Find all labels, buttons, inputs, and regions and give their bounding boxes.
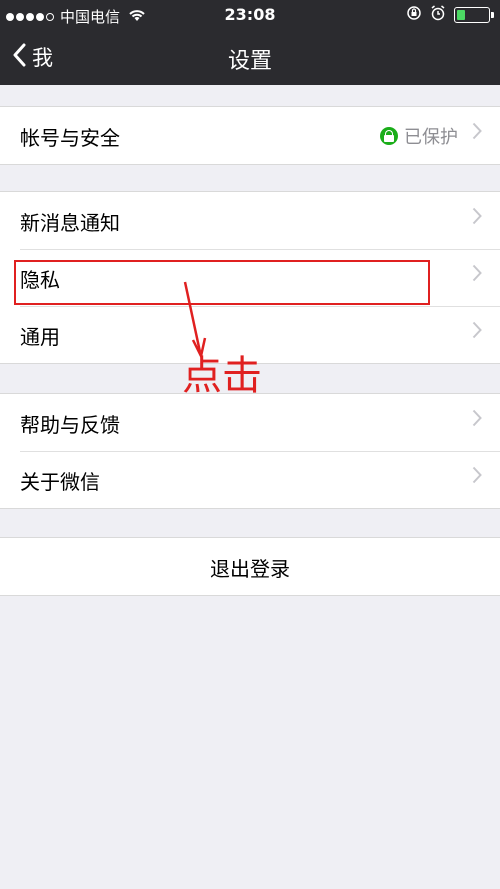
status-bar: 中国电信 23:08 xyxy=(0,0,500,30)
alarm-icon xyxy=(430,5,446,25)
battery-level xyxy=(457,10,465,20)
logout-group: 退出登录 xyxy=(0,537,500,596)
annotation-click-text: 点击 xyxy=(182,353,262,399)
page-title: 设置 xyxy=(227,49,272,74)
settings-item-label: 帮助与反馈 xyxy=(20,413,120,437)
privacy-highlight-box xyxy=(14,260,430,305)
protection-status-text: 已保护 xyxy=(404,127,458,148)
settings-group-about: 帮助与反馈 关于微信 xyxy=(0,393,500,509)
settings-group-account: 帐号与安全 已保护 xyxy=(0,106,500,165)
lock-icon xyxy=(380,127,398,145)
chevron-right-icon xyxy=(472,320,482,345)
chevron-right-icon xyxy=(472,408,482,433)
settings-item-help-feedback[interactable]: 帮助与反馈 xyxy=(0,394,500,451)
logout-label: 退出登录 xyxy=(210,557,290,581)
status-right xyxy=(406,5,494,25)
logout-button[interactable]: 退出登录 xyxy=(0,538,500,595)
settings-item-label: 帐号与安全 xyxy=(20,126,120,150)
settings-item-about-wechat[interactable]: 关于微信 xyxy=(0,451,500,508)
settings-item-label: 新消息通知 xyxy=(20,211,120,235)
settings-item-account-security[interactable]: 帐号与安全 已保护 xyxy=(0,107,500,164)
settings-item-notifications[interactable]: 新消息通知 xyxy=(0,192,500,249)
chevron-right-icon xyxy=(472,206,482,231)
chevron-right-icon xyxy=(472,263,482,288)
chevron-right-icon xyxy=(472,121,482,146)
rotation-lock-icon xyxy=(406,5,422,25)
chevron-right-icon xyxy=(472,465,482,490)
battery-icon xyxy=(454,7,494,23)
navigation-bar: 我 设置 xyxy=(0,30,500,85)
protection-status: 已保护 xyxy=(380,123,458,149)
settings-item-label: 关于微信 xyxy=(20,470,100,494)
settings-item-label: 通用 xyxy=(20,325,60,349)
